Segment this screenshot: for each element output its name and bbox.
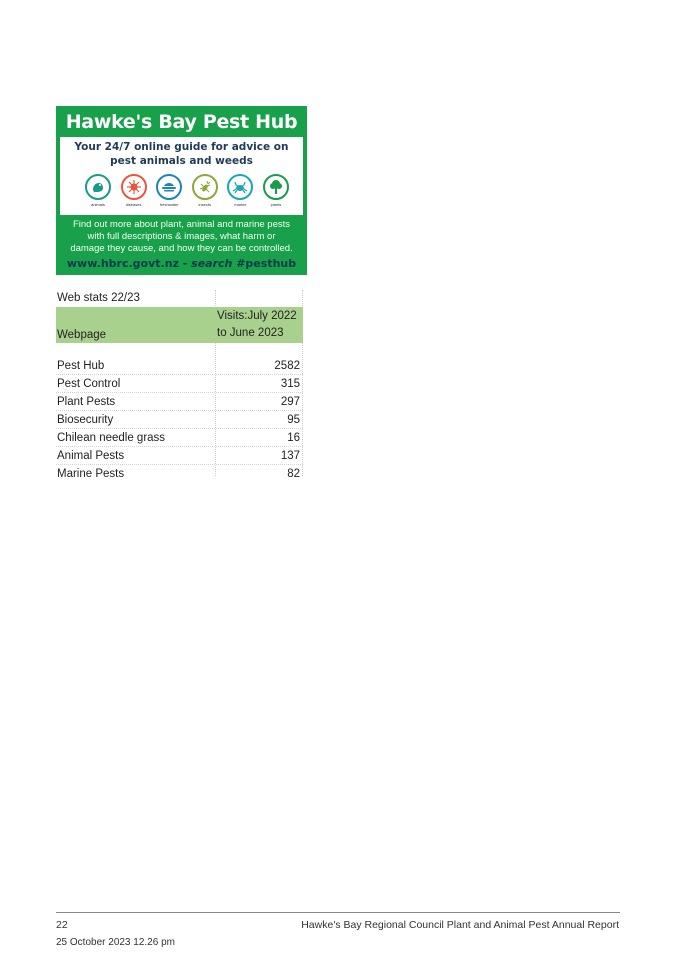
print-date: 25 October 2023 12.26 pm	[56, 937, 175, 948]
row-visits: 137	[280, 450, 300, 462]
category-marine: marine	[224, 174, 256, 214]
category-plants: plants	[260, 174, 292, 214]
row-page: Pest Hub	[57, 360, 105, 372]
row-visits: 297	[280, 396, 300, 408]
row-page: Pest Control	[57, 378, 121, 390]
icon-label: insects	[198, 202, 211, 207]
insect-icon	[191, 174, 218, 200]
table-header: Webpage Visits:July 2022 to June 2023	[56, 307, 303, 343]
banner-url: www.hbrc.govt.nz - search #pesthub	[56, 256, 307, 271]
header-webpage: Webpage	[57, 329, 107, 341]
table-row: Plant Pests 297	[56, 393, 303, 411]
table-row: Biosecurity 95	[56, 411, 303, 429]
description-line-3: damage they cause, and how they can be c…	[70, 243, 293, 254]
description-line-2: with full descriptions & images, what ha…	[87, 231, 276, 242]
banner-tagline: Your 24/7 online guide for advice on pes…	[60, 140, 303, 168]
table-body: Pest Hub 2582 Pest Control 315 Plant Pests…	[56, 357, 303, 482]
banner-title: Hawke's Bay Pest Hub	[65, 111, 298, 133]
row-page: Marine Pests	[57, 468, 125, 480]
pest-hub-banner: Hawke's Bay Pest Hub Your 24/7 online gu…	[56, 106, 307, 275]
header-visits-line-1: Visits:July 2022	[217, 310, 297, 322]
tree-icon	[262, 174, 289, 200]
tagline-line-1: Your 24/7 online guide for advice on	[74, 141, 289, 153]
water-plant-icon	[156, 174, 183, 200]
table-row: Marine Pests 82	[56, 465, 303, 482]
category-icons: animals diseases freshwater insects mari…	[82, 174, 292, 214]
row-visits: 315	[280, 378, 300, 390]
table-row: Chilean needle grass 16	[56, 429, 303, 447]
report-title: Hawke's Bay Regional Council Plant and A…	[301, 919, 619, 931]
table-title: Web stats 22/23	[57, 292, 140, 304]
header-visits: Visits:July 2022 to June 2023	[217, 308, 297, 342]
icon-label: freshwater	[159, 202, 179, 207]
row-visits: 95	[287, 414, 300, 426]
row-page: Biosecurity	[57, 414, 114, 426]
row-visits: 2582	[274, 360, 300, 372]
table-row: Pest Control 315	[56, 375, 303, 393]
banner-white-panel: Your 24/7 online guide for advice on pes…	[60, 137, 303, 215]
description-line-1: Find out more about plant, animal and ma…	[72, 219, 291, 230]
url-text: www.hbrc.govt.nz -	[66, 257, 192, 270]
icon-label: marine	[234, 202, 247, 207]
table-row: Animal Pests 137	[56, 447, 303, 465]
row-visits: 82	[287, 468, 300, 480]
url-hashtag: #pesthub	[232, 257, 297, 270]
virus-icon	[120, 174, 147, 200]
category-freshwater: freshwater	[153, 174, 185, 214]
page-number: 22	[56, 919, 68, 931]
row-page: Animal Pests	[57, 450, 125, 462]
icon-label: plants	[270, 202, 282, 207]
header-visits-line-2: to June 2023	[217, 327, 284, 339]
category-animals: animals	[82, 174, 114, 214]
icon-label: animals	[91, 202, 105, 207]
category-insects: insects	[189, 174, 221, 214]
banner-description: Find out more about plant, animal and ma…	[56, 219, 307, 255]
footer-divider	[56, 912, 620, 913]
row-page: Plant Pests	[57, 396, 116, 408]
url-search-word: search	[191, 257, 233, 270]
table-row: Pest Hub 2582	[56, 357, 303, 375]
animal-icon	[85, 174, 111, 200]
crab-icon	[227, 174, 254, 200]
icon-label: diseases	[125, 202, 142, 207]
row-page: Chilean needle grass	[57, 432, 166, 444]
category-diseases: diseases	[118, 174, 150, 214]
tagline-line-2: pest animals and weeds	[110, 155, 253, 167]
row-visits: 16	[287, 432, 300, 444]
